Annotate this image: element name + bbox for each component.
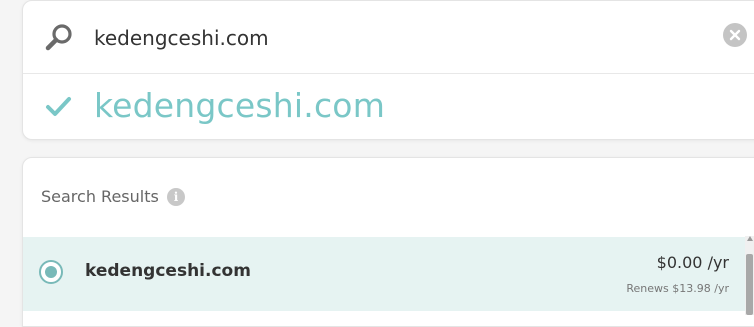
check-icon	[45, 96, 73, 118]
results-scrollbar[interactable]	[745, 236, 754, 315]
scroll-up-arrow-icon[interactable]	[747, 236, 753, 241]
result-renewal-price: Renews $13.98 /yr	[626, 282, 729, 295]
available-domain-name: kedengceshi.com	[94, 86, 386, 125]
scrollbar-thumb[interactable]	[746, 254, 753, 315]
radio-selected-dot	[45, 266, 57, 278]
domain-search-card: kedengceshi.com	[22, 0, 754, 140]
clear-icon[interactable]	[723, 23, 747, 47]
search-results-card: Search Results i kedengceshi.com $0.00 /…	[22, 157, 754, 327]
result-radio-button[interactable]	[39, 260, 63, 284]
search-results-title: Search Results	[41, 187, 159, 206]
search-icon[interactable]	[44, 23, 74, 51]
result-price: $0.00 /yr	[656, 253, 729, 272]
availability-row: kedengceshi.com	[23, 74, 754, 139]
domain-search-input[interactable]	[94, 21, 654, 55]
search-bar	[23, 1, 754, 74]
result-domain-name: kedengceshi.com	[85, 261, 251, 281]
search-result-row[interactable]: kedengceshi.com $0.00 /yr Renews $13.98 …	[23, 237, 753, 311]
info-icon[interactable]: i	[167, 188, 185, 206]
